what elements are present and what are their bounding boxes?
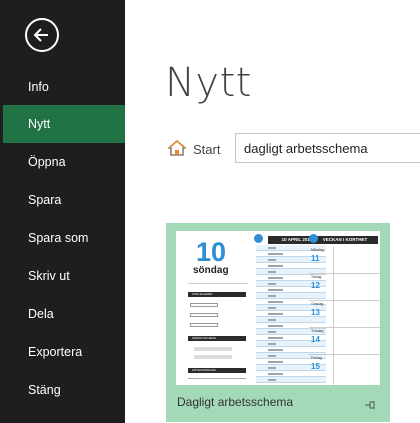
menu-item-share[interactable]: Dela xyxy=(0,295,125,333)
thumb-week-header: VECKAN I KORTHET xyxy=(312,236,378,244)
thumb-week-day-name: Onsdag xyxy=(311,302,324,306)
thumb-week-day-num: 11 xyxy=(311,254,320,263)
menu-item-save-as[interactable]: Spara som xyxy=(0,219,125,257)
thumb-week-day-num: 14 xyxy=(311,335,320,344)
thumb-week-day-num: 15 xyxy=(311,362,320,371)
thumb-day-name: söndag xyxy=(193,265,229,276)
menu-item-export[interactable]: Exportera xyxy=(0,333,125,371)
menu-item-info[interactable]: Info xyxy=(0,68,125,106)
back-arrow-icon xyxy=(33,28,48,42)
back-button[interactable] xyxy=(25,18,59,52)
thumb-bar-change: ÄNDRA SCHEMA xyxy=(188,336,246,341)
thumb-bar-view: VISA SCHEMA xyxy=(188,292,246,297)
menu-item-save[interactable]: Spara xyxy=(0,181,125,219)
menu-item-print[interactable]: Skriv ut xyxy=(0,257,125,295)
menu-item-new[interactable]: Nytt xyxy=(3,105,125,143)
template-thumbnail: 10 söndag VISA SCHEMA ÄNDRA SCHEMA ANTEC… xyxy=(176,231,380,385)
thumb-day-number: 10 xyxy=(196,237,227,267)
search-input[interactable] xyxy=(235,133,420,163)
template-name: Dagligt arbetsschema xyxy=(177,395,294,409)
template-tile[interactable]: 10 söndag VISA SCHEMA ÄNDRA SCHEMA ANTEC… xyxy=(166,223,390,422)
menu-item-open[interactable]: Öppna xyxy=(0,143,125,181)
thumb-week-day-num: 13 xyxy=(311,308,320,317)
thumb-week-day-num: 12 xyxy=(311,281,320,290)
thumb-week-day-name: Måndag xyxy=(311,248,324,252)
thumb-week-day-name: Tisdag xyxy=(311,275,322,279)
menu-item-close[interactable]: Stäng xyxy=(0,371,125,409)
home-icon[interactable] xyxy=(168,139,186,157)
thumb-week-day-name: Fredag xyxy=(311,356,323,360)
main-panel: Nytt Start 10 söndag VISA SCHEMA ÄNDRA S… xyxy=(125,0,420,423)
pin-icon[interactable] xyxy=(364,399,376,411)
page-title: Nytt xyxy=(165,60,252,106)
thumb-week-day-name: Torsdag xyxy=(311,329,324,333)
start-link[interactable]: Start xyxy=(193,142,220,157)
backstage-sidebar: Info Nytt Öppna Spara Spara som Skriv ut… xyxy=(0,0,125,423)
thumb-bar-notes: ANTECKNINGAR xyxy=(188,368,246,373)
